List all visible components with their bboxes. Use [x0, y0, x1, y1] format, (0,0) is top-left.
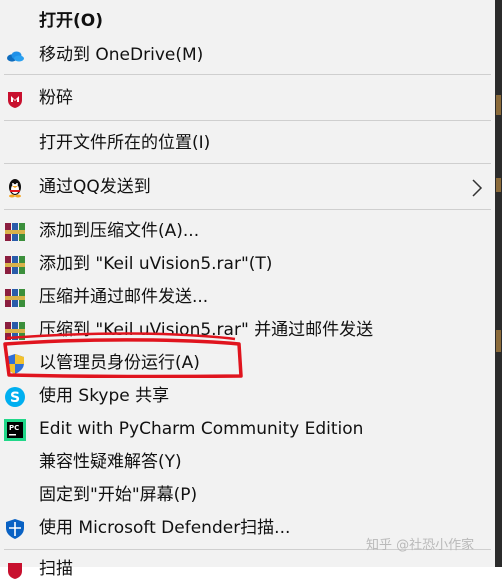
menu-item-label: 以管理员身份运行(A) — [39, 353, 200, 373]
menu-separator — [4, 74, 491, 75]
menu-item-label: Edit with PyCharm Community Edition — [39, 419, 364, 439]
menu-item-run-as-administrator[interactable]: 以管理员身份运行(A) — [0, 347, 495, 380]
menu-item-add-to-archive[interactable]: 添加到压缩文件(A)... — [0, 215, 495, 248]
menu-item-scan[interactable]: 扫描 — [0, 553, 495, 586]
menu-separator — [4, 163, 491, 164]
mcafee-shield-icon — [4, 559, 26, 581]
menu-separator — [4, 120, 491, 121]
pycharm-icon: PC — [4, 419, 26, 441]
menu-item-shred[interactable]: 粉碎 — [0, 82, 495, 115]
chevron-right-icon — [470, 178, 484, 198]
winrar-books-icon — [4, 221, 26, 243]
menu-item-label: 压缩并通过邮件发送... — [39, 287, 209, 307]
desktop-edge-mark — [496, 330, 501, 352]
menu-item-label: 通过QQ发送到 — [39, 177, 151, 197]
mcafee-shield-icon — [4, 88, 26, 110]
menu-item-label: 扫描 — [39, 559, 73, 579]
menu-item-label: 添加到 "Keil uVision5.rar"(T) — [39, 254, 273, 274]
onedrive-cloud-icon — [4, 45, 26, 67]
menu-item-label: 打开(O) — [39, 11, 103, 31]
menu-item-compress-and-email[interactable]: 压缩并通过邮件发送... — [0, 281, 495, 314]
menu-item-label: 打开文件所在的位置(I) — [39, 133, 211, 153]
skype-icon: S — [4, 386, 26, 408]
menu-separator — [4, 209, 491, 210]
menu-item-share-with-skype[interactable]: S 使用 Skype 共享 — [0, 380, 495, 413]
menu-item-pin-to-start[interactable]: 固定到"开始"屏幕(P) — [0, 479, 495, 512]
menu-item-label: 移动到 OneDrive(M) — [39, 45, 204, 65]
menu-item-label: 兼容性疑难解答(Y) — [39, 452, 182, 472]
context-menu: 打开(O) 移动到 OneDrive(M) 粉碎 打开文件所在的位置(I) 通过… — [0, 0, 495, 579]
winrar-books-icon — [4, 320, 26, 342]
watermark: 知乎 @社恐小作家 — [366, 538, 475, 553]
uac-shield-icon — [4, 353, 26, 375]
menu-item-label: 粉碎 — [39, 88, 73, 108]
qq-penguin-icon — [4, 177, 26, 199]
menu-item-edit-with-pycharm[interactable]: PC Edit with PyCharm Community Edition — [0, 413, 495, 446]
svg-text:S: S — [10, 390, 20, 406]
menu-item-move-to-onedrive[interactable]: 移动到 OneDrive(M) — [0, 39, 495, 72]
defender-shield-icon — [4, 518, 26, 540]
menu-item-label: 使用 Skype 共享 — [39, 386, 170, 406]
desktop-edge — [495, 0, 502, 567]
winrar-books-icon — [4, 254, 26, 276]
menu-item-add-to-rar[interactable]: 添加到 "Keil uVision5.rar"(T) — [0, 248, 495, 281]
menu-item-label: 使用 Microsoft Defender扫描... — [39, 518, 291, 538]
menu-item-label: 压缩到 "Keil uVision5.rar" 并通过邮件发送 — [39, 320, 374, 340]
menu-item-label: 添加到压缩文件(A)... — [39, 221, 200, 241]
menu-item-open-file-location[interactable]: 打开文件所在的位置(I) — [0, 127, 495, 160]
menu-item-label: 固定到"开始"屏幕(P) — [39, 485, 198, 505]
menu-item-open[interactable]: 打开(O) — [0, 5, 495, 38]
menu-item-send-via-qq[interactable]: 通过QQ发送到 — [0, 171, 495, 204]
menu-item-compress-to-rar-and-email[interactable]: 压缩到 "Keil uVision5.rar" 并通过邮件发送 — [0, 314, 495, 347]
svg-text:PC: PC — [9, 424, 19, 432]
menu-item-compatibility-troubleshoot[interactable]: 兼容性疑难解答(Y) — [0, 446, 495, 479]
desktop-edge-mark — [496, 95, 501, 115]
winrar-books-icon — [4, 287, 26, 309]
desktop-edge-mark — [496, 178, 501, 192]
